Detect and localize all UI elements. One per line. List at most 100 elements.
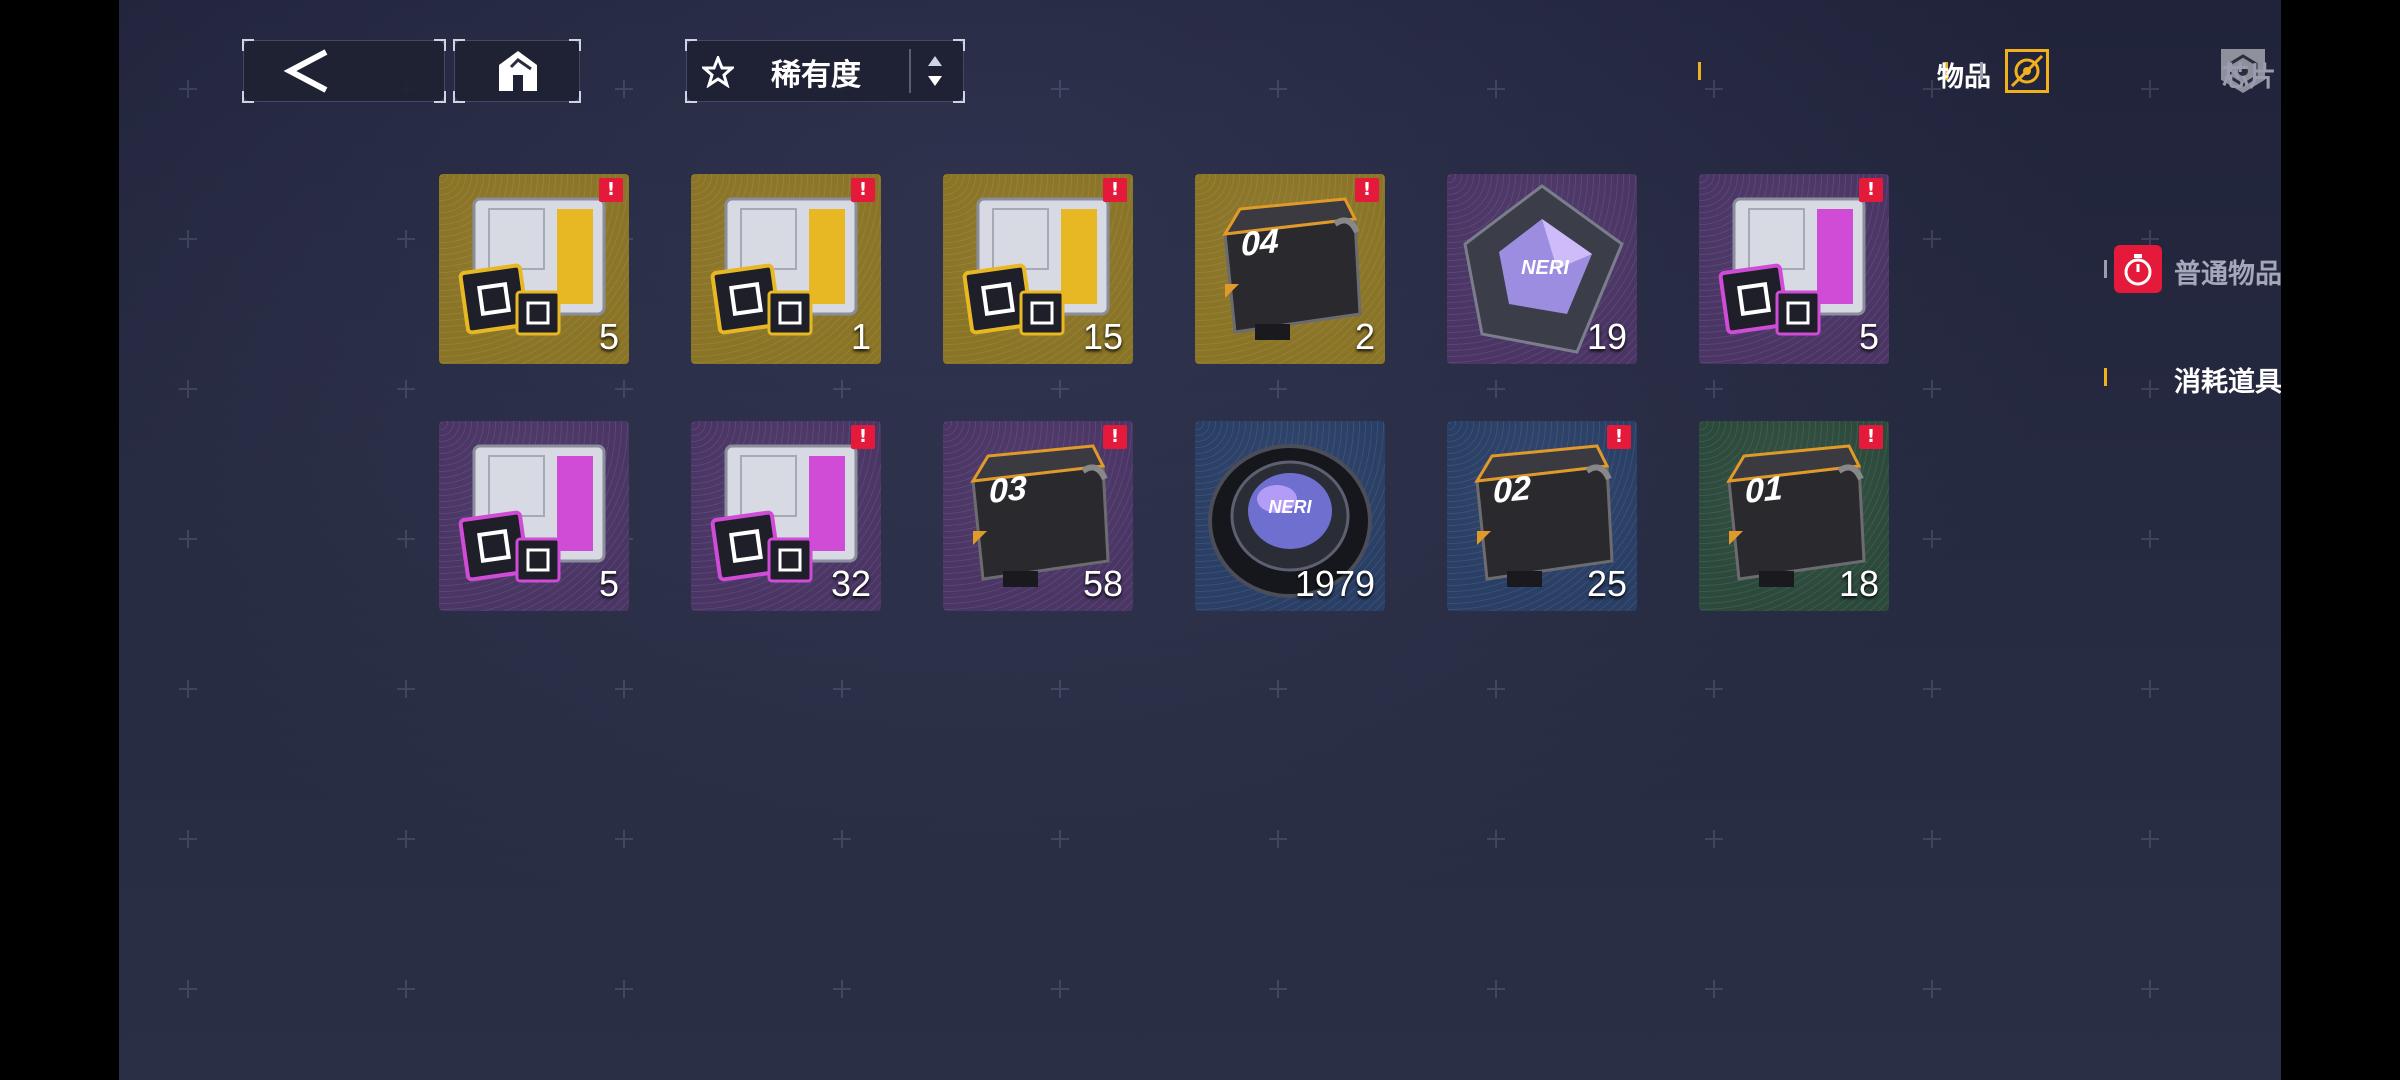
star-icon [702,56,734,88]
new-alert-badge: ! [1355,178,1379,202]
grid-plus-mark [2141,680,2159,698]
item-count: 18 [1838,563,1879,604]
grid-plus-mark [2141,530,2159,548]
grid-plus-mark [833,980,851,998]
grid-plus-mark [397,980,415,998]
grid-plus-mark [1487,380,1505,398]
category-consumables-label: 消耗道具 [2174,367,2281,398]
svg-text:NERI: NERI [1268,497,1312,517]
crate-number-label: 03 [989,469,1027,511]
crate-number-label: 04 [1241,222,1279,264]
grid-plus-mark [1923,980,1941,998]
tab-chips-label: 芯片 [2222,62,2276,93]
item-slot[interactable]: 03 58! [943,421,1133,611]
category-common-items[interactable]: 普通物品 [2104,238,2281,300]
grid-plus-mark [1269,80,1287,98]
grid-plus-mark [179,680,197,698]
grid-plus-mark [1923,830,1941,848]
item-count: 15 [1082,316,1123,357]
new-alert-badge: ! [1859,178,1883,202]
back-button[interactable] [242,39,446,103]
grid-plus-mark [2141,830,2159,848]
grid-plus-mark [1923,530,1941,548]
item-slot[interactable]: 01 18! [1699,421,1889,611]
grid-plus-mark [1269,680,1287,698]
item-slot[interactable]: NERI 1979 [1195,421,1385,611]
grid-plus-mark [615,680,633,698]
category-divider [2104,260,2107,278]
new-alert-badge: ! [851,178,875,202]
tab-divider [1980,62,1983,80]
grid-plus-mark [1923,380,1941,398]
grid-plus-mark [1051,680,1069,698]
item-slot[interactable]: 5! [439,174,629,364]
grid-plus-mark [397,380,415,398]
grid-plus-mark [1051,830,1069,848]
svg-text:NERI: NERI [1521,257,1569,279]
grid-plus-mark [1705,830,1723,848]
grid-plus-mark [1487,80,1505,98]
item-count: 1979 [1294,563,1375,604]
new-alert-badge: ! [1103,178,1127,202]
item-count: 5 [1858,316,1879,357]
grid-plus-mark [1487,980,1505,998]
stopwatch-icon [2114,245,2162,293]
item-slot[interactable]: 15! [943,174,1133,364]
grid-plus-mark [179,380,197,398]
grid-plus-mark [615,80,633,98]
grid-plus-mark [1923,230,1941,248]
grid-plus-mark [615,380,633,398]
grid-plus-mark [1487,830,1505,848]
crate-number-label: 01 [1745,469,1783,511]
item-slot[interactable]: 5! [1699,174,1889,364]
item-count: 2 [1354,316,1375,357]
grid-plus-mark [1051,380,1069,398]
grid-plus-mark [615,830,633,848]
item-count: 25 [1586,563,1627,604]
item-slot[interactable]: 32! [691,421,881,611]
grid-plus-mark [1269,830,1287,848]
grid-plus-mark [1051,80,1069,98]
crate-number-label: 02 [1493,469,1531,511]
back-arrow-icon [283,49,328,93]
grid-plus-mark [2141,980,2159,998]
grid-plus-mark [833,830,851,848]
grid-plus-mark [179,530,197,548]
new-alert-badge: ! [1103,425,1127,449]
grid-plus-mark [179,830,197,848]
grid-plus-mark [397,680,415,698]
grid-plus-mark [1269,380,1287,398]
grid-plus-mark [397,830,415,848]
grid-plus-mark [615,980,633,998]
category-consumables[interactable]: 消耗道具 ! [2104,346,2281,408]
home-button[interactable] [453,39,581,103]
sort-order-icon[interactable] [923,52,947,92]
grid-plus-mark [1705,680,1723,698]
new-alert-badge: ! [1607,425,1631,449]
item-slot[interactable]: 04 2! [1195,174,1385,364]
grid-plus-mark [1269,980,1287,998]
item-count: 5 [598,563,619,604]
item-slot[interactable]: 02 25! [1447,421,1637,611]
home-icon [499,51,537,91]
item-slot[interactable]: NERI 19 [1447,174,1637,364]
item-count: 5 [598,316,619,357]
new-alert-badge: ! [851,425,875,449]
tab-divider [1698,62,1701,80]
item-slot[interactable]: 5 [439,421,629,611]
category-common-items-label: 普通物品 [2174,259,2281,290]
grid-plus-mark [397,230,415,248]
grid-plus-mark [833,680,851,698]
grid-plus-mark [1051,980,1069,998]
item-count: 19 [1586,316,1627,357]
item-count: 58 [1082,563,1123,604]
inventory-screen: 稀有度 物品 芯片 普通物品 消耗道具 5 ! 1 ! 15 ! 04 2 ! … [119,0,2281,1080]
category-divider [2104,368,2107,386]
item-slot[interactable]: 1! [691,174,881,364]
grid-plus-mark [397,530,415,548]
grid-plus-mark [1487,680,1505,698]
new-alert-badge: ! [1859,425,1883,449]
new-alert-badge: ! [599,178,623,202]
tab-divider [2227,62,2230,80]
grid-plus-mark [1923,680,1941,698]
